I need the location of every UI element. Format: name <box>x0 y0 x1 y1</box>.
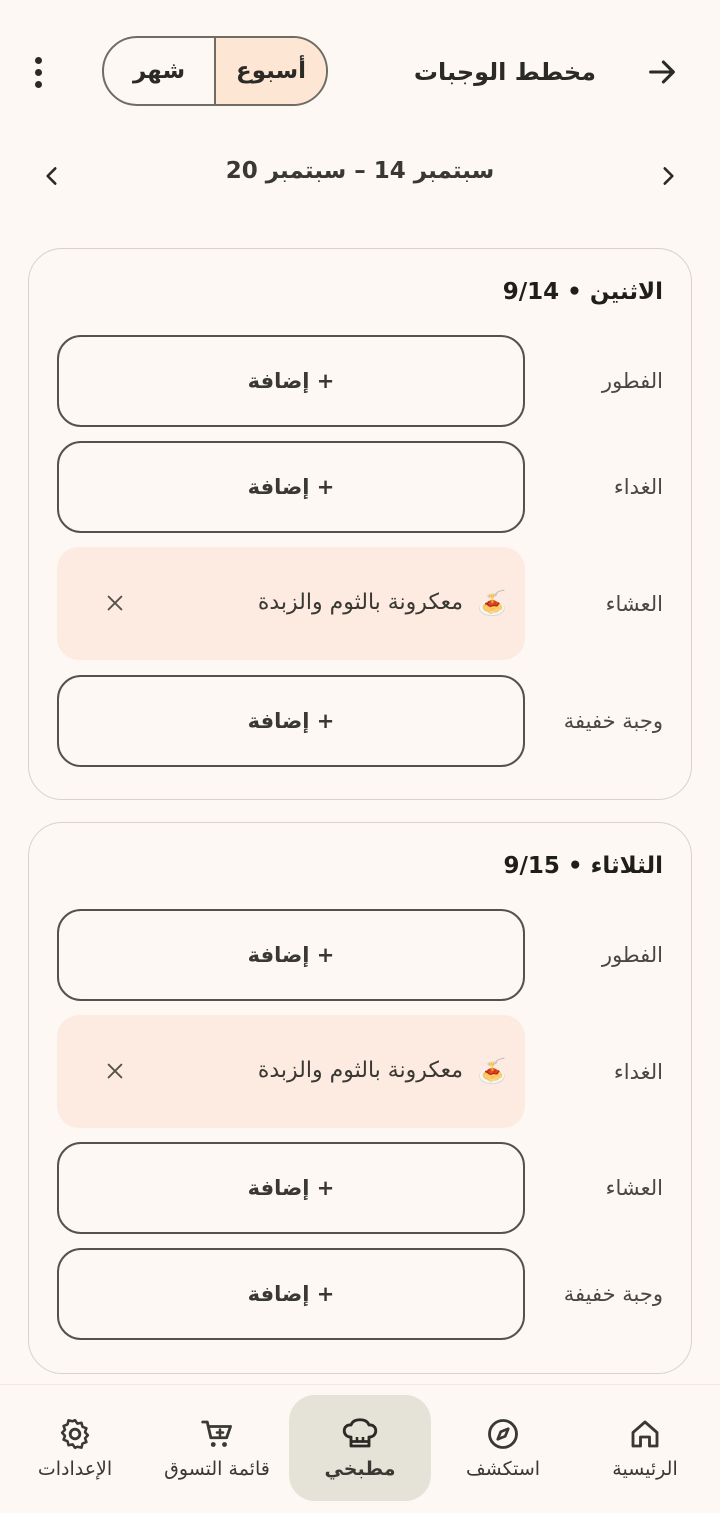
planned-meal-card[interactable]: 🍝 معكرونة بالثوم والزبدة <box>57 1015 525 1128</box>
nav-label: مطبخي <box>324 1458 396 1480</box>
nav-my-kitchen[interactable]: مطبخي <box>289 1395 431 1501</box>
day-title: الاثنين • 9/14 <box>502 279 663 305</box>
cart-icon <box>201 1420 232 1447</box>
week-navigation: سبتمبر 14 – سبتمبر 20 <box>0 150 720 200</box>
arrow-right-icon <box>649 60 675 84</box>
meal-label: وجبة خفيفة <box>563 1282 663 1306</box>
nav-label: استكشف <box>465 1458 541 1480</box>
meal-row-snack: وجبة خفيفة + إضافة <box>29 1248 691 1340</box>
meal-row-lunch: الغداء 🍝 معكرونة بالثوم والزبدة <box>29 1015 691 1128</box>
meal-label: الفطور <box>601 369 663 393</box>
day-card-monday: الاثنين • 9/14 الفطور + إضافة الغداء + إ… <box>28 248 692 800</box>
nav-explore[interactable]: استكشف <box>432 1395 574 1501</box>
meal-label: الغداء <box>613 475 663 499</box>
segment-week[interactable]: أسبوع <box>216 38 326 104</box>
more-options-button[interactable] <box>18 50 58 94</box>
meal-row-breakfast: الفطور + إضافة <box>29 335 691 427</box>
remove-meal-button[interactable] <box>97 1053 133 1089</box>
meal-label: الفطور <box>601 943 663 967</box>
meal-name: معكرونة بالثوم والزبدة <box>257 1058 463 1083</box>
add-meal-button[interactable]: + إضافة <box>57 675 525 767</box>
meal-label: وجبة خفيفة <box>563 709 663 733</box>
add-meal-button[interactable]: + إضافة <box>57 909 525 1001</box>
segment-month[interactable]: شهر <box>104 38 216 104</box>
planned-meal-card[interactable]: 🍝 معكرونة بالثوم والزبدة <box>57 547 525 660</box>
meal-row-lunch: الغداء + إضافة <box>29 441 691 533</box>
bottom-navigation: الرئيسية استكشف مطبخي قائمة التسوق الإعد… <box>0 1384 720 1513</box>
home-icon <box>631 1420 659 1448</box>
nav-label: قائمة التسوق <box>164 1458 270 1480</box>
meal-label: الغداء <box>613 1059 663 1084</box>
gear-icon <box>60 1418 90 1450</box>
spaghetti-icon: 🍝 <box>477 589 507 617</box>
chevron-left-icon <box>46 167 57 185</box>
meal-row-dinner: العشاء 🍝 معكرونة بالثوم والزبدة <box>29 547 691 660</box>
meal-planner-screen: مخطط الوجبات أسبوع شهر سبتمبر 14 – سبتمب… <box>0 0 720 1513</box>
close-icon <box>107 595 123 611</box>
nav-home[interactable]: الرئيسية <box>574 1395 716 1501</box>
meal-label: العشاء <box>605 1176 663 1200</box>
more-vert-icon <box>34 56 42 64</box>
add-meal-button[interactable]: + إضافة <box>57 1248 525 1340</box>
meal-row-dinner: العشاء + إضافة <box>29 1142 691 1234</box>
spaghetti-icon: 🍝 <box>477 1057 507 1085</box>
meal-row-snack: وجبة خفيفة + إضافة <box>29 675 691 767</box>
meal-label: العشاء <box>605 591 663 616</box>
day-title: الثلاثاء • 9/15 <box>503 853 663 879</box>
meal-row-breakfast: الفطور + إضافة <box>29 909 691 1001</box>
meal-name: معكرونة بالثوم والزبدة <box>257 590 463 615</box>
top-app-bar: مخطط الوجبات أسبوع شهر <box>0 0 720 140</box>
compass-icon <box>488 1419 518 1449</box>
remove-meal-button[interactable] <box>97 585 133 621</box>
day-card-tuesday: الثلاثاء • 9/15 الفطور + إضافة الغداء 🍝 … <box>28 822 692 1374</box>
add-meal-button[interactable]: + إضافة <box>57 335 525 427</box>
next-week-button[interactable] <box>30 154 74 198</box>
chef-hat-icon <box>342 1418 378 1448</box>
nav-label: الرئيسية <box>612 1458 678 1480</box>
page-title: مخطط الوجبات <box>413 58 596 86</box>
add-meal-button[interactable]: + إضافة <box>57 441 525 533</box>
add-meal-button[interactable]: + إضافة <box>57 1142 525 1234</box>
nav-label: الإعدادات <box>37 1458 113 1480</box>
close-icon <box>107 1063 123 1079</box>
back-button[interactable] <box>640 50 684 94</box>
week-range-label: سبتمبر 14 – سبتمبر 20 <box>225 158 495 184</box>
nav-settings[interactable]: الإعدادات <box>4 1395 146 1501</box>
nav-shopping-list[interactable]: قائمة التسوق <box>146 1395 288 1501</box>
view-segmented-control: أسبوع شهر <box>102 36 328 106</box>
